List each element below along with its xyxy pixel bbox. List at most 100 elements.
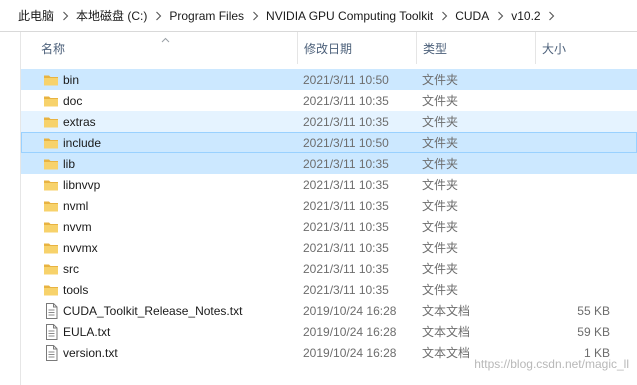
row-size bbox=[542, 217, 610, 236]
row-date: 2021/3/11 10:35 bbox=[303, 114, 389, 129]
folder-icon bbox=[42, 259, 60, 278]
folder-icon bbox=[42, 133, 60, 152]
row-type: 文件夹 bbox=[422, 262, 459, 276]
row-type: 文本文档 bbox=[422, 325, 471, 339]
folder-icon bbox=[42, 112, 60, 131]
row-name: src bbox=[63, 261, 79, 276]
row-type: 文件夹 bbox=[422, 241, 459, 255]
watermark: https://blog.csdn.net/magic_ll bbox=[474, 357, 629, 371]
column-name[interactable]: 名称 bbox=[21, 32, 297, 64]
row-name: libnvvp bbox=[63, 177, 101, 192]
row-type: 文本文档 bbox=[422, 304, 471, 318]
row-date: 2021/3/11 10:50 bbox=[303, 135, 389, 150]
row-date: 2021/3/11 10:35 bbox=[303, 198, 389, 213]
row-date: 2021/3/11 10:50 bbox=[303, 72, 389, 87]
column-size[interactable]: 大小 bbox=[535, 32, 637, 64]
row-size: 59 KB bbox=[577, 324, 610, 339]
breadcrumb-item-this-pc[interactable]: 此电脑 bbox=[14, 7, 58, 24]
row-type: 文件夹 bbox=[422, 220, 459, 234]
address-bar[interactable]: 此电脑 本地磁盘 (C:) Program Files NVIDIA GPU C… bbox=[0, 0, 637, 32]
row-name: tools bbox=[63, 282, 89, 297]
breadcrumb: 此电脑 本地磁盘 (C:) Program Files NVIDIA GPU C… bbox=[0, 0, 559, 31]
row-name: lib bbox=[63, 156, 76, 171]
row-size bbox=[542, 133, 610, 152]
row-date: 2021/3/11 10:35 bbox=[303, 282, 389, 297]
row-size bbox=[542, 91, 610, 110]
breadcrumb-item-local-disk[interactable]: 本地磁盘 (C:) bbox=[72, 7, 151, 24]
row-type: 文件夹 bbox=[422, 283, 459, 297]
file-row[interactable]: src 2021/3/11 10:35 文件夹 bbox=[21, 258, 637, 279]
folder-icon bbox=[42, 238, 60, 257]
row-size bbox=[542, 112, 610, 131]
row-size bbox=[542, 238, 610, 257]
row-name: EULA.txt bbox=[63, 324, 111, 339]
row-type: 文本文档 bbox=[422, 346, 471, 360]
file-row[interactable]: extras 2021/3/11 10:35 文件夹 bbox=[21, 111, 637, 132]
file-row[interactable]: lib 2021/3/11 10:35 文件夹 bbox=[21, 153, 637, 174]
row-size bbox=[542, 154, 610, 173]
row-type: 文件夹 bbox=[422, 94, 459, 108]
row-type: 文件夹 bbox=[422, 115, 459, 129]
file-row[interactable]: nvvm 2021/3/11 10:35 文件夹 bbox=[21, 216, 637, 237]
file-row[interactable]: EULA.txt 2019/10/24 16:28 文本文档 59 KB bbox=[21, 321, 637, 342]
row-type: 文件夹 bbox=[422, 157, 459, 171]
row-name: extras bbox=[63, 114, 96, 129]
row-type: 文件夹 bbox=[422, 199, 459, 213]
row-date: 2019/10/24 16:28 bbox=[303, 303, 397, 318]
folder-icon bbox=[42, 175, 60, 194]
chevron-right-icon[interactable] bbox=[437, 11, 451, 21]
file-row[interactable]: CUDA_Toolkit_Release_Notes.txt 2019/10/24… bbox=[21, 300, 637, 321]
row-type: 文件夹 bbox=[422, 178, 459, 192]
column-date-label: 修改日期 bbox=[304, 41, 353, 56]
file-row[interactable]: include 2021/3/11 10:50 文件夹 bbox=[21, 132, 637, 153]
row-name: doc bbox=[63, 93, 83, 108]
row-size bbox=[542, 70, 610, 89]
chevron-right-icon[interactable] bbox=[545, 11, 559, 21]
file-row[interactable]: tools 2021/3/11 10:35 文件夹 bbox=[21, 279, 637, 300]
chevron-right-icon[interactable] bbox=[151, 11, 165, 21]
navigation-pane-edge bbox=[0, 32, 21, 385]
row-name: nvvmx bbox=[63, 240, 98, 255]
breadcrumb-item-program-files[interactable]: Program Files bbox=[165, 9, 248, 23]
row-date: 2021/3/11 10:35 bbox=[303, 261, 389, 276]
breadcrumb-item-v10-2[interactable]: v10.2 bbox=[507, 9, 544, 23]
chevron-right-icon[interactable] bbox=[493, 11, 507, 21]
row-name: bin bbox=[63, 72, 80, 87]
row-type: 文件夹 bbox=[422, 73, 459, 87]
row-size bbox=[542, 175, 610, 194]
column-name-label: 名称 bbox=[41, 41, 66, 56]
column-type[interactable]: 类型 bbox=[416, 32, 535, 64]
row-name: nvvm bbox=[63, 219, 92, 234]
row-size bbox=[542, 259, 610, 278]
row-type: 文件夹 bbox=[422, 136, 459, 150]
folder-icon bbox=[42, 70, 60, 89]
row-name: CUDA_Toolkit_Release_Notes.txt bbox=[63, 303, 243, 318]
file-row[interactable]: nvvmx 2021/3/11 10:35 文件夹 bbox=[21, 237, 637, 258]
column-size-label: 大小 bbox=[542, 41, 567, 56]
chevron-right-icon[interactable] bbox=[248, 11, 262, 21]
row-size: 55 KB bbox=[577, 303, 610, 318]
folder-icon bbox=[42, 280, 60, 299]
row-date: 2021/3/11 10:35 bbox=[303, 240, 389, 255]
text-document-icon bbox=[42, 301, 60, 320]
row-size bbox=[542, 196, 610, 215]
file-row[interactable]: nvml 2021/3/11 10:35 文件夹 bbox=[21, 195, 637, 216]
breadcrumb-item-nvidia-toolkit[interactable]: NVIDIA GPU Computing Toolkit bbox=[262, 9, 437, 23]
text-document-icon bbox=[42, 322, 60, 341]
row-size bbox=[542, 280, 610, 299]
folder-icon bbox=[42, 91, 60, 110]
column-type-label: 类型 bbox=[423, 41, 448, 56]
file-row[interactable]: doc 2021/3/11 10:35 文件夹 bbox=[21, 90, 637, 111]
breadcrumb-item-cuda[interactable]: CUDA bbox=[451, 9, 493, 23]
column-date[interactable]: 修改日期 bbox=[297, 32, 416, 64]
file-row[interactable]: bin 2021/3/11 10:50 文件夹 bbox=[21, 69, 637, 90]
file-list: bin 2021/3/11 10:50 文件夹 doc 2021/3/11 10:35 文… bbox=[21, 69, 637, 363]
row-date: 2021/3/11 10:35 bbox=[303, 219, 389, 234]
folder-icon bbox=[42, 154, 60, 173]
row-date: 2021/3/11 10:35 bbox=[303, 156, 389, 171]
file-row[interactable]: libnvvp 2021/3/11 10:35 文件夹 bbox=[21, 174, 637, 195]
row-name: nvml bbox=[63, 198, 89, 213]
row-name: version.txt bbox=[63, 345, 118, 360]
row-name: include bbox=[63, 135, 102, 150]
chevron-right-icon[interactable] bbox=[58, 11, 72, 21]
